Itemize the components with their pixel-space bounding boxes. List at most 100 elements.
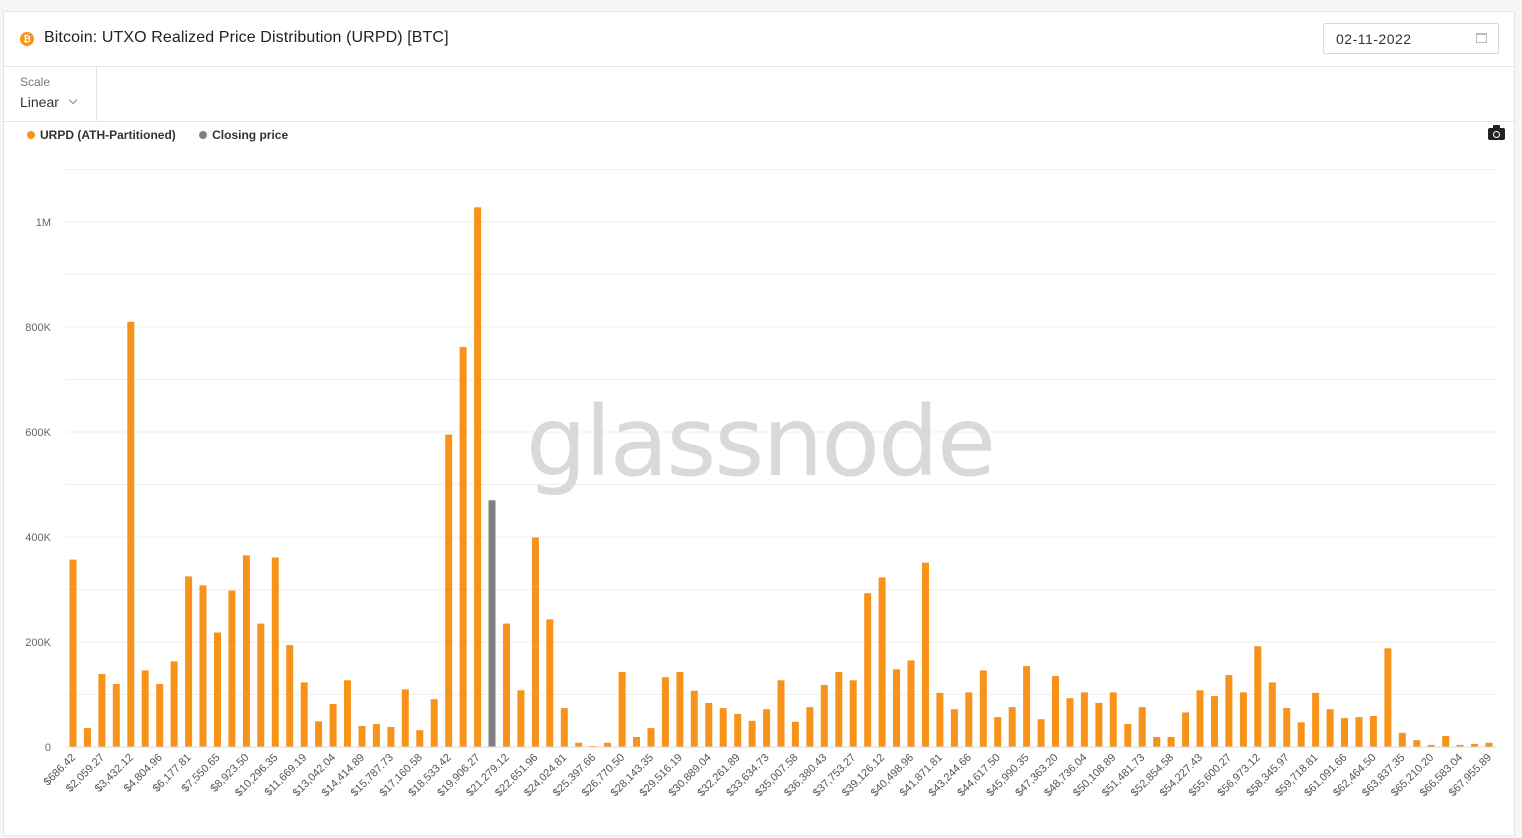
bar[interactable] (83, 728, 91, 747)
bar[interactable] (1369, 716, 1377, 747)
bar[interactable] (690, 690, 698, 747)
bar[interactable] (401, 689, 409, 747)
bar[interactable] (459, 347, 467, 747)
bar[interactable] (1268, 682, 1276, 747)
bar[interactable] (98, 674, 106, 747)
bar[interactable] (820, 685, 828, 747)
bar[interactable] (893, 669, 901, 747)
bar[interactable] (1239, 692, 1247, 747)
bar[interactable] (69, 559, 77, 747)
camera-icon[interactable] (1488, 125, 1505, 140)
bar[interactable] (546, 619, 554, 747)
bar[interactable] (416, 730, 424, 747)
bar[interactable] (170, 661, 178, 747)
bar[interactable] (922, 562, 929, 747)
bar[interactable] (1211, 696, 1218, 747)
legend-dot-urpd (27, 131, 35, 139)
legend-item-closing-price[interactable]: Closing price (199, 128, 288, 142)
bar[interactable] (358, 726, 366, 747)
bar[interactable] (445, 434, 453, 747)
bar[interactable] (1442, 736, 1450, 747)
bar[interactable] (1398, 732, 1406, 747)
bar[interactable] (1341, 718, 1348, 747)
bar[interactable] (791, 721, 799, 747)
bar[interactable] (474, 207, 482, 748)
bar[interactable] (849, 680, 857, 747)
bar[interactable] (748, 720, 756, 748)
bar[interactable] (531, 537, 539, 748)
bar[interactable] (1109, 692, 1117, 747)
bar[interactable] (1225, 675, 1233, 747)
bar[interactable] (112, 684, 120, 747)
bar[interactable] (1037, 719, 1045, 747)
bar[interactable] (344, 680, 351, 747)
bar[interactable] (734, 713, 742, 747)
legend-item-urpd[interactable]: URPD (ATH-Partitioned) (27, 128, 176, 142)
bar[interactable] (633, 737, 640, 747)
bar[interactable] (575, 742, 583, 747)
bar[interactable] (719, 708, 727, 747)
bar[interactable] (300, 682, 308, 747)
bar[interactable] (1153, 737, 1161, 747)
bar[interactable] (965, 692, 973, 747)
bar[interactable] (242, 555, 250, 747)
bar[interactable] (907, 660, 915, 747)
bar[interactable] (806, 707, 814, 747)
bar[interactable] (1008, 707, 1016, 747)
bar[interactable] (1167, 737, 1175, 747)
bar[interactable] (1283, 708, 1291, 747)
bar[interactable] (329, 704, 337, 747)
bar[interactable] (141, 670, 149, 747)
bar[interactable] (878, 577, 886, 747)
bar[interactable] (763, 709, 771, 747)
bar[interactable] (372, 723, 380, 747)
bar[interactable] (387, 727, 395, 747)
bar[interactable] (1297, 722, 1305, 747)
bar[interactable] (1254, 646, 1262, 747)
bar[interactable] (604, 742, 612, 747)
bar[interactable] (517, 690, 525, 747)
bar[interactable] (1485, 742, 1493, 747)
bar[interactable] (979, 670, 987, 747)
bar[interactable] (618, 671, 626, 747)
bar[interactable] (286, 645, 294, 747)
bar[interactable] (936, 692, 944, 747)
bar[interactable] (835, 671, 843, 747)
bar[interactable] (271, 557, 279, 748)
bar[interactable] (1413, 740, 1421, 747)
bar[interactable] (127, 321, 135, 748)
bar[interactable] (1138, 707, 1146, 747)
bar[interactable] (1052, 676, 1059, 747)
bar[interactable] (1182, 712, 1190, 747)
bar[interactable] (1066, 698, 1074, 747)
bar[interactable] (1326, 709, 1334, 747)
bar[interactable] (228, 590, 236, 747)
bar[interactable] (185, 576, 193, 747)
bar[interactable] (1023, 666, 1031, 747)
bar[interactable] (199, 585, 207, 747)
bar[interactable] (503, 623, 510, 747)
bar[interactable] (156, 684, 164, 747)
bar[interactable] (1196, 690, 1204, 747)
bar[interactable] (661, 677, 669, 747)
bar[interactable] (647, 728, 655, 747)
bar[interactable] (315, 721, 323, 747)
bar[interactable] (560, 708, 568, 747)
bar[interactable] (950, 709, 958, 747)
bar[interactable] (1124, 723, 1132, 747)
bar[interactable] (864, 593, 872, 747)
bar[interactable] (214, 632, 221, 747)
bar[interactable] (777, 680, 785, 747)
bar[interactable] (1384, 648, 1392, 747)
bar[interactable] (705, 702, 713, 747)
closing-price-bar[interactable] (488, 500, 496, 747)
y-tick-label: 200K (25, 637, 51, 649)
bar[interactable] (1095, 702, 1103, 747)
bar[interactable] (676, 671, 684, 747)
bar[interactable] (994, 717, 1002, 747)
bar[interactable] (430, 699, 438, 747)
bar[interactable] (1080, 692, 1088, 747)
bar[interactable] (257, 623, 265, 747)
bar[interactable] (1355, 717, 1363, 747)
bar[interactable] (1312, 692, 1320, 747)
